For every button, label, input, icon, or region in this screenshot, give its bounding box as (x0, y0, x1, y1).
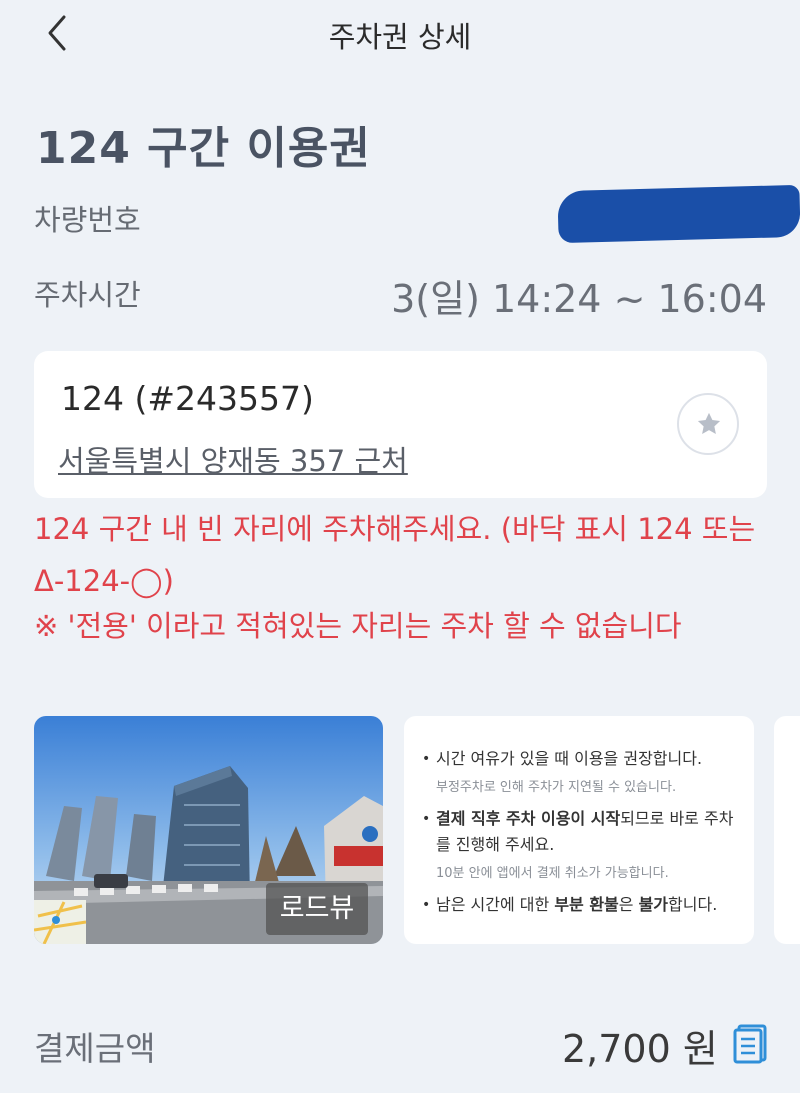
page-title: 주차권 상세 (328, 20, 472, 54)
favorite-button[interactable] (677, 393, 739, 455)
info-item-start: • 결제 직후 주차 이용이 시작되므로 바로 주차를 진행해 주세요. (422, 806, 744, 858)
bullet-icon: • (422, 811, 431, 827)
roadview-label: 로드뷰 (266, 883, 368, 935)
info-subtext-delay: 부정주차로 인해 주차가 지연될 수 있습니다. (436, 780, 677, 795)
zone-card: 124 (#243557) 서울특별시 양재동 357 근처 (34, 351, 767, 498)
zone-name: 124 (#243557) (61, 379, 314, 418)
receipt-button[interactable] (733, 1024, 769, 1064)
ticket-title: 124 구간 이용권 (36, 123, 371, 174)
info-item-recommend: • 시간 여유가 있을 때 이용을 권장합니다. (422, 746, 744, 772)
parking-instruction: 124 구간 내 빈 자리에 주차해주세요. (바닥 표시 124 또는 Δ-1… (34, 512, 756, 598)
exclusive-spot-warning: ※ '전용' 이라고 적혀있는 자리는 주차 할 수 없습니다 (34, 609, 682, 643)
bullet-icon: • (422, 751, 431, 767)
vehicle-number-label: 차량번호 (34, 203, 141, 237)
parking-time-label: 주차시간 (34, 278, 141, 312)
payment-amount-value: 2,700 원 (562, 1027, 718, 1071)
usage-info-card: • 시간 여유가 있을 때 이용을 권장합니다. 부정주차로 인해 주차가 지연… (404, 716, 754, 944)
next-info-card-peek[interactable] (774, 716, 800, 944)
zone-address-link[interactable]: 서울특별시 양재동 357 근처 (58, 438, 408, 480)
info-item-refund: • 남은 시간에 대한 부분 환불은 불가합니다. (422, 892, 744, 918)
bullet-icon: • (422, 897, 431, 913)
parking-ticket-detail-screen: 주차권 상세 124 구간 이용권 차량번호 주차시간 3(일) 14:24 ~… (0, 0, 800, 1093)
parking-time-value: 3(일) 14:24 ~ 16:04 (391, 277, 767, 321)
star-icon (697, 412, 721, 435)
receipt-icon (733, 1024, 767, 1064)
roadview-thumbnail[interactable]: 로드뷰 (34, 716, 383, 944)
payment-amount-label: 결제금액 (34, 1029, 156, 1068)
vehicle-number-redaction (557, 184, 800, 244)
info-subtext-cancel: 10분 안에 앱에서 결제 취소가 가능합니다. (436, 866, 669, 881)
top-navigation-bar: 주차권 상세 (0, 0, 800, 70)
